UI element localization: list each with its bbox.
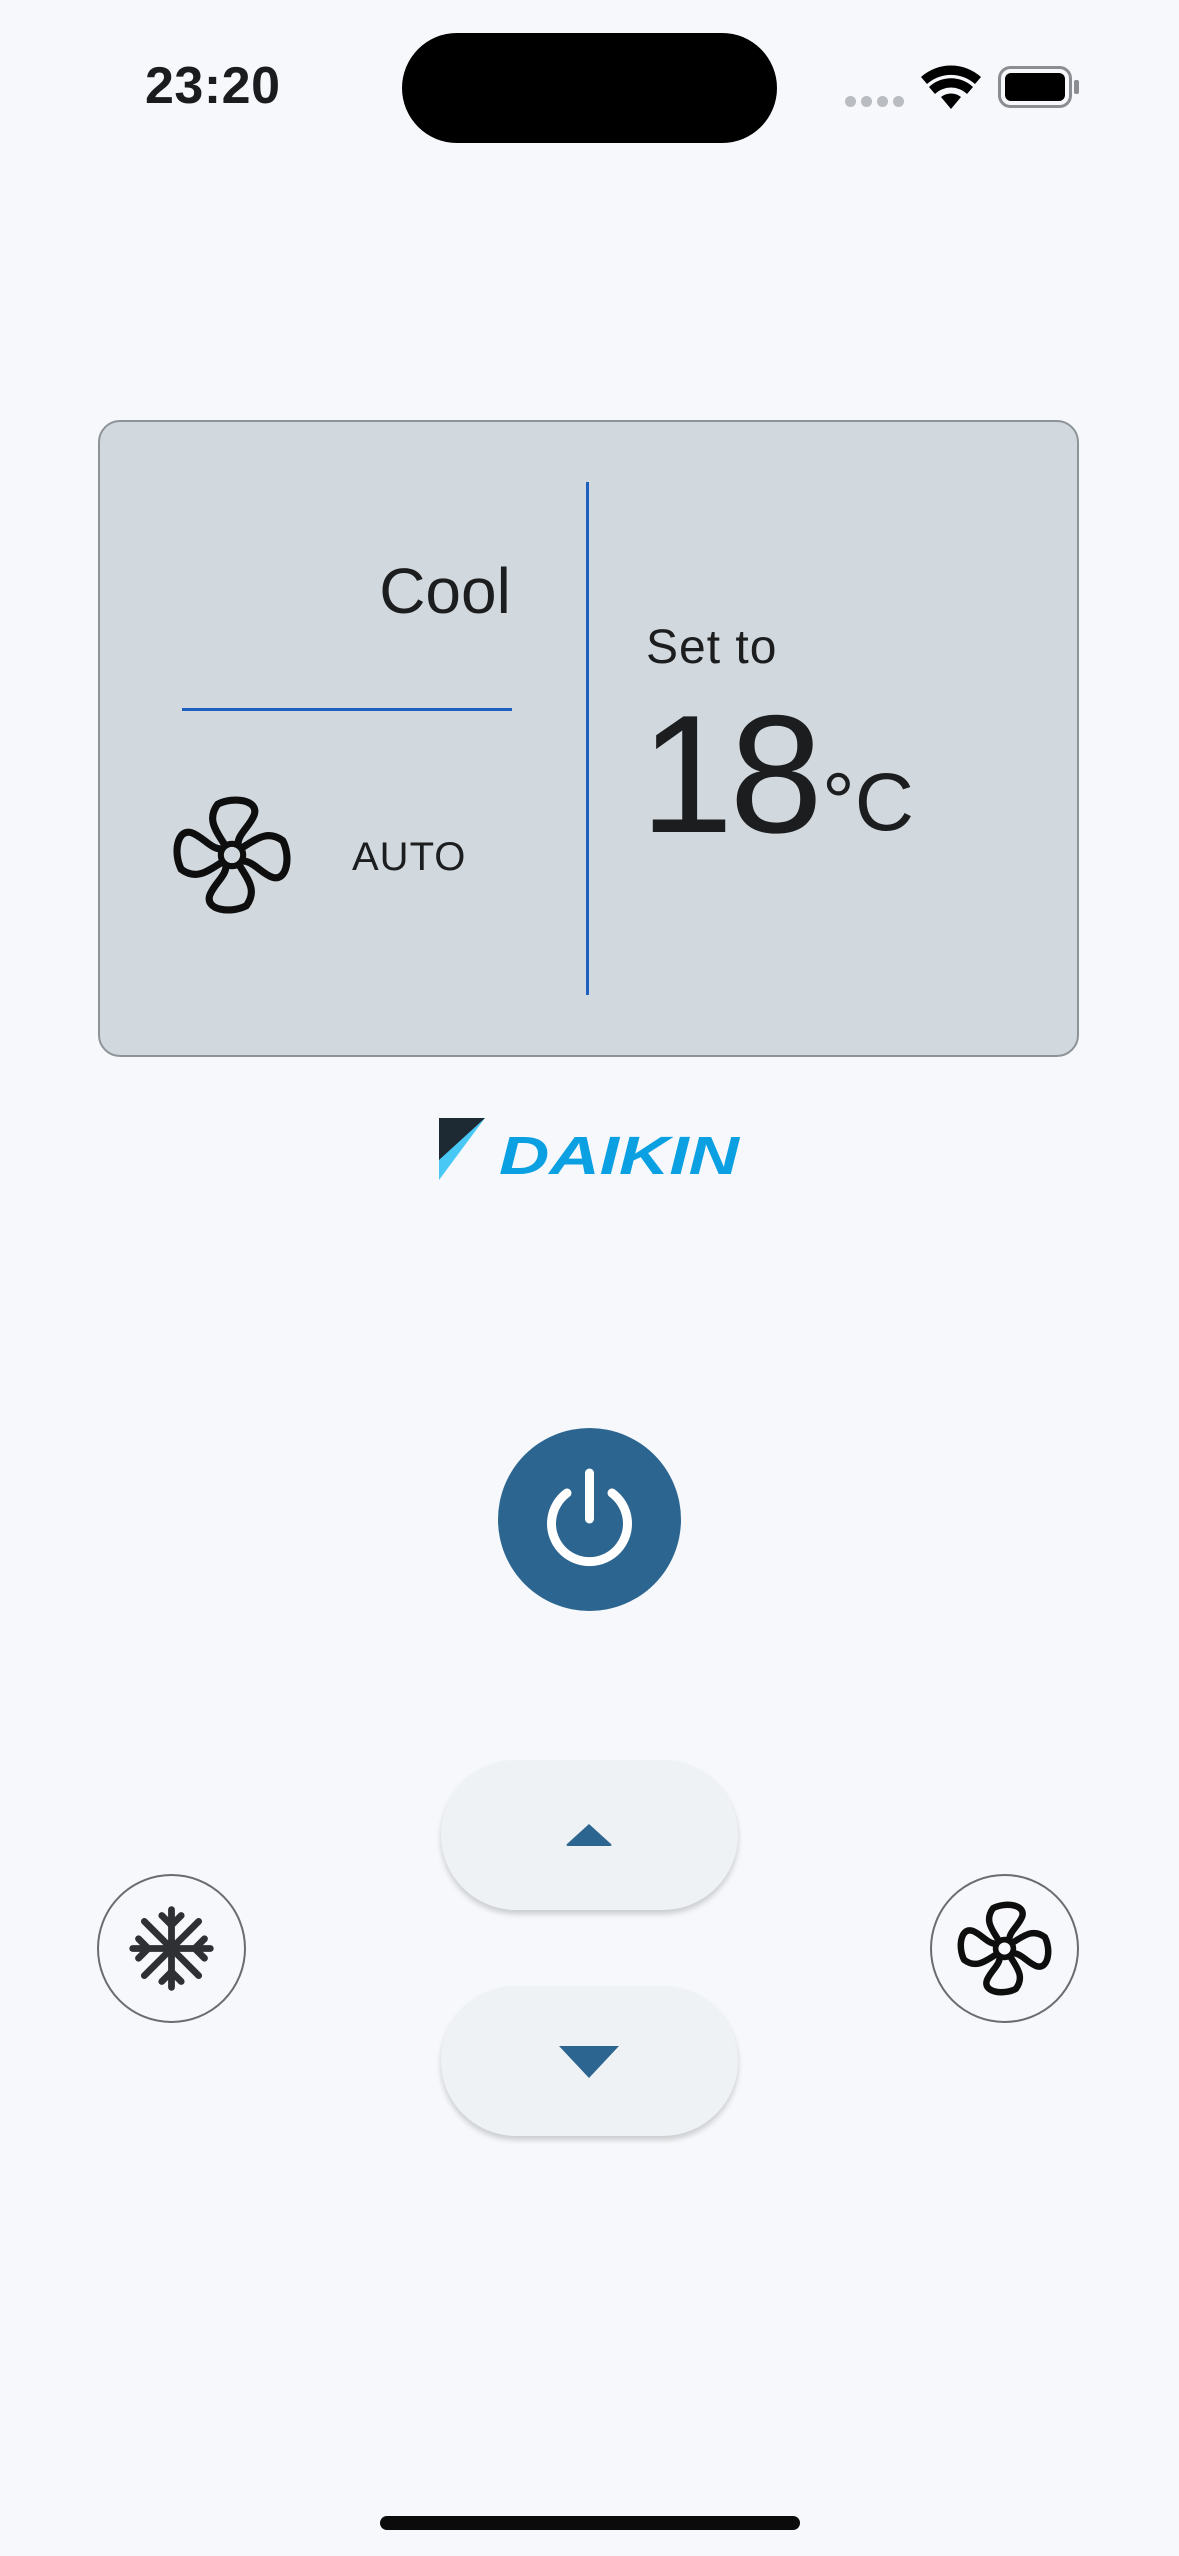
- mode-label: Cool: [379, 555, 511, 627]
- temperature-up-button[interactable]: [441, 1760, 738, 1910]
- snowflake-icon: [129, 1906, 214, 1991]
- temperature-unit: °C: [822, 757, 915, 848]
- battery-icon: [998, 66, 1079, 108]
- set-to-label: Set to: [646, 621, 778, 674]
- fan-icon: [173, 796, 291, 914]
- home-indicator[interactable]: [380, 2516, 800, 2530]
- fan-icon: [957, 1901, 1052, 1996]
- daikin-logo: DAIKIN: [439, 1118, 740, 1182]
- power-icon: [547, 1468, 632, 1567]
- caret-up-icon: [566, 1824, 612, 1846]
- mode-button[interactable]: [97, 1874, 246, 2023]
- power-button[interactable]: [498, 1428, 681, 1611]
- mode-divider: [182, 708, 512, 711]
- dynamic-island: [402, 33, 777, 143]
- temperature-value: 18: [640, 680, 823, 868]
- svg-text:DAIKIN: DAIKIN: [499, 1126, 740, 1182]
- temperature-down-button[interactable]: [441, 1986, 738, 2136]
- caret-down-icon: [559, 2046, 619, 2078]
- ac-status-display: Cool AUTO Set to 18 °C: [98, 420, 1079, 1057]
- panel-divider: [586, 482, 589, 995]
- status-time: 23:20: [145, 57, 281, 115]
- fan-speed-button[interactable]: [930, 1874, 1079, 2023]
- cellular-signal-icon: [845, 96, 905, 108]
- fan-speed-label: AUTO: [352, 835, 467, 879]
- wifi-icon: [921, 65, 981, 109]
